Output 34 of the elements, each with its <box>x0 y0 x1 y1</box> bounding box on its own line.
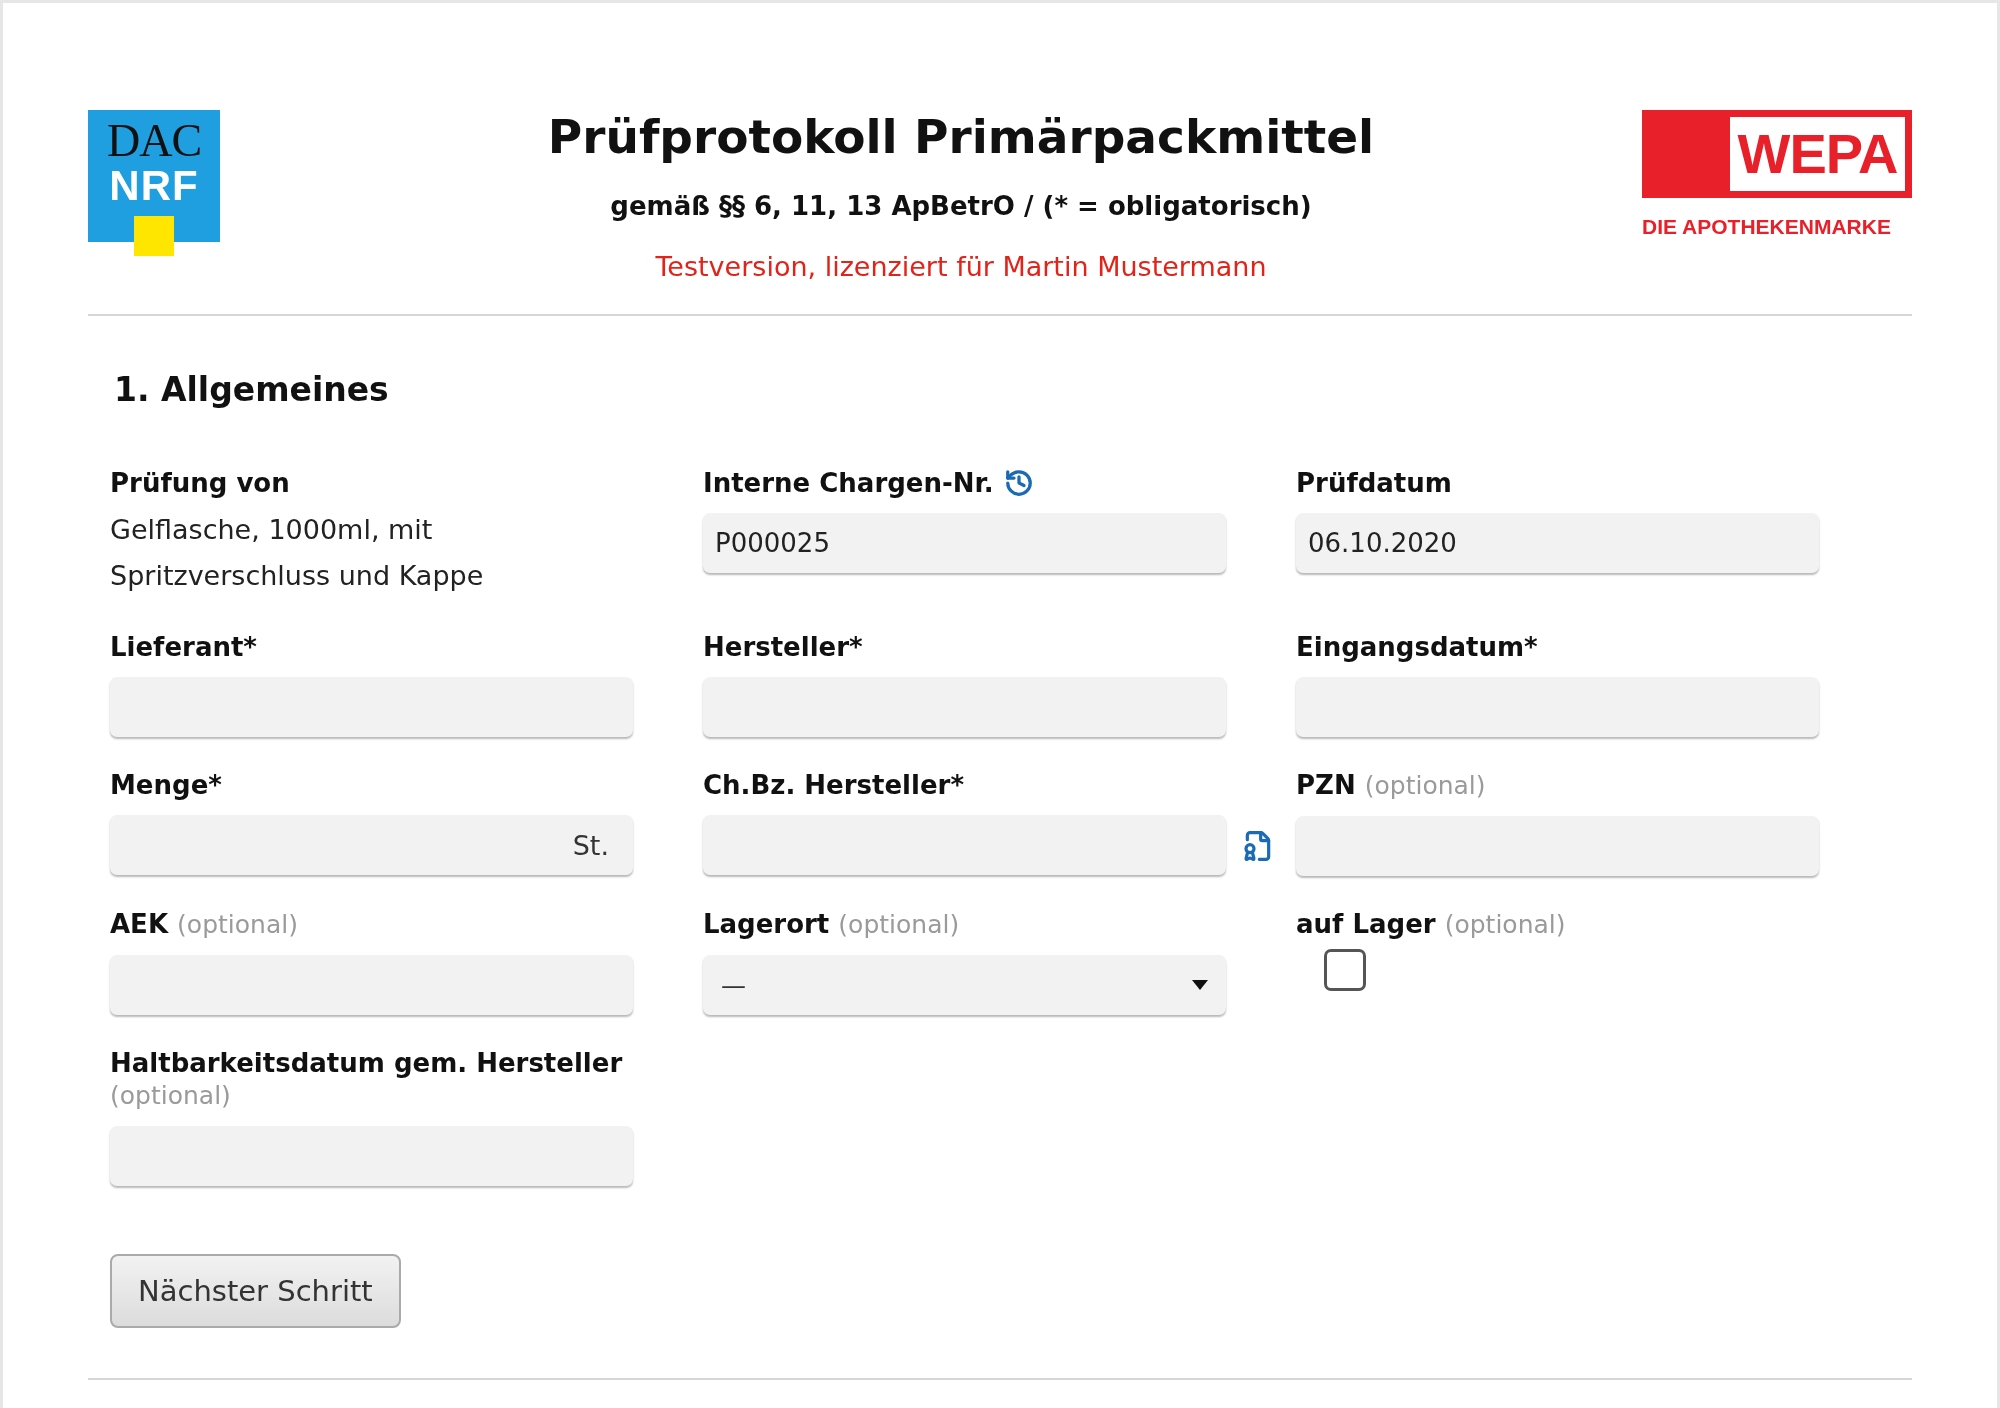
input-field[interactable] <box>110 677 633 737</box>
page-title: Prüfprotokoll Primärpackmittel <box>547 110 1375 164</box>
input-field[interactable] <box>703 815 1226 875</box>
field-label: Menge* <box>110 769 223 801</box>
field-label: Ch.Bz. Hersteller* <box>703 769 965 801</box>
input-field[interactable]: St. <box>110 815 633 875</box>
field-label: Prüfung von <box>110 467 291 499</box>
input-field[interactable] <box>1296 816 1819 876</box>
field-label: Interne Chargen-Nr. <box>703 467 994 499</box>
input-field[interactable]: 06.10.2020 <box>1296 513 1819 573</box>
input-field[interactable] <box>703 677 1226 737</box>
dropdown[interactable]: — <box>703 955 1226 1015</box>
section-title: 1. Allgemeines <box>114 370 390 409</box>
field-label: PZN (optional) <box>1296 769 1487 802</box>
input-field[interactable] <box>110 955 633 1015</box>
field-value: Gelflasche, 1000ml, mit Spritzverschluss und Kappe <box>110 513 485 593</box>
field-label: Hersteller* <box>703 631 864 663</box>
next-step-button[interactable]: Nächster Schritt <box>110 1254 401 1328</box>
input-field[interactable] <box>1296 677 1819 737</box>
field-label: AEK (optional) <box>110 908 299 941</box>
field-label: Haltbarkeitsdatum gem. Hersteller (optional) <box>110 1047 624 1112</box>
field-label: Prüfdatum <box>1296 467 1453 499</box>
history-icon[interactable] <box>1003 468 1034 498</box>
field-label: Lieferant* <box>110 631 258 663</box>
checkbox[interactable] <box>1324 949 1366 991</box>
input-field[interactable]: P000025 <box>703 513 1226 573</box>
field-label: auf Lager (optional) <box>1296 908 1567 941</box>
input-field[interactable] <box>110 1126 633 1186</box>
caret-icon <box>1192 980 1208 990</box>
license-notice: Testversion, lizenziert für Martin Mustermann <box>655 250 1267 284</box>
dac-nrf-logo: DAC NRF <box>88 110 220 255</box>
field-label: Lagerort (optional) <box>703 908 961 941</box>
field-label: Eingangsdatum* <box>1296 631 1539 663</box>
page-subtitle: gemäß §§ 6, 11, 13 ApBetrO / (* = obligatorisch) <box>610 190 1312 222</box>
